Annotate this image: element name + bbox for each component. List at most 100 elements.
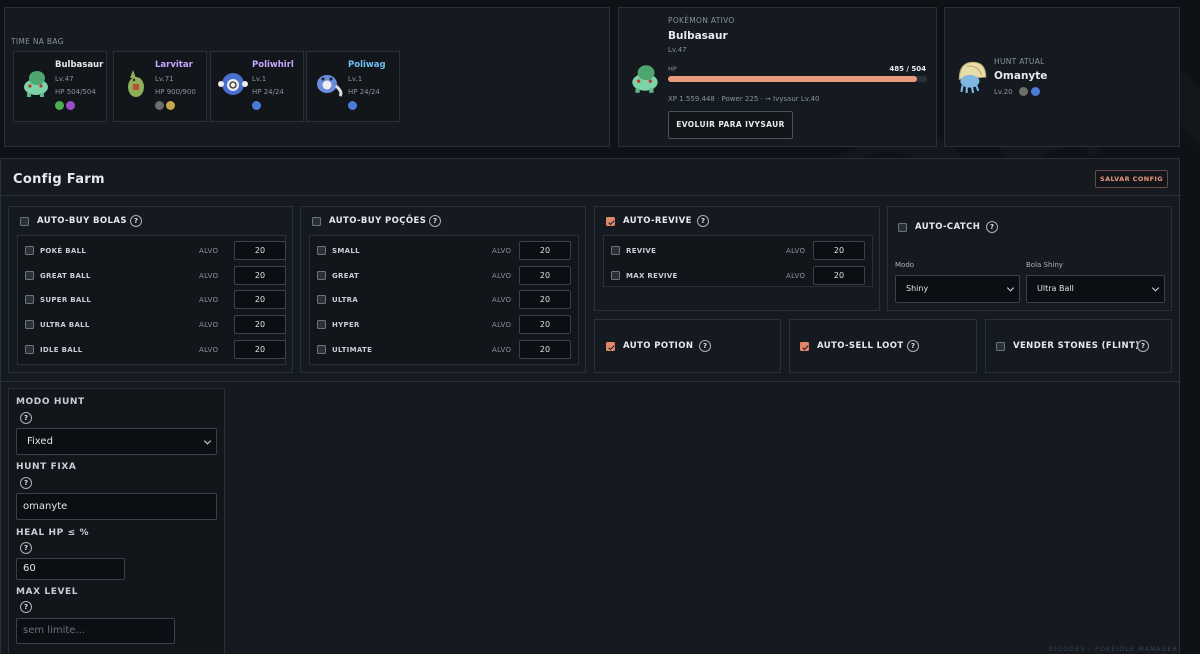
alvo-label: ALVO — [199, 272, 219, 280]
help-icon[interactable]: ? — [20, 477, 32, 489]
max-level-input[interactable]: sem limite... — [16, 618, 175, 644]
help-icon[interactable]: ? — [907, 340, 919, 352]
member-types — [252, 101, 261, 110]
bulbasaur-sprite-icon — [24, 71, 48, 97]
ultra-checkbox[interactable] — [317, 295, 326, 304]
heal-hp-input[interactable]: 60 — [16, 558, 125, 580]
small-target-input[interactable]: 20 — [519, 241, 571, 260]
revive-target-input[interactable]: 20 — [813, 241, 865, 260]
ultra-ball-target-input[interactable]: 20 — [234, 315, 286, 334]
hunt-fixed-input[interactable]: omanyte — [16, 493, 217, 520]
hunt-label: HUNT ATUAL — [994, 57, 1045, 66]
member-name: Poliwag — [348, 60, 386, 70]
auto-buy-pocoes-title: AUTO-BUY POÇÕES — [329, 216, 427, 226]
max-revive-target-input[interactable]: 20 — [813, 266, 865, 285]
super-ball-target-input[interactable]: 20 — [234, 290, 286, 309]
list-item-poke-ball: POKÉ BALL ALVO 20 — [18, 236, 287, 260]
shiny-ball-select[interactable]: Ultra Ball — [1026, 275, 1165, 303]
member-level: Lv.1 — [252, 75, 267, 83]
small-checkbox[interactable] — [317, 246, 326, 255]
help-icon[interactable]: ? — [20, 542, 32, 554]
footer-text: BIGODEV · POKEIDLE MANAGER — [1048, 645, 1178, 653]
catch-mode-select[interactable]: Shiny — [895, 275, 1020, 303]
shiny-ball-value: Ultra Ball — [1037, 284, 1074, 293]
hyper-checkbox[interactable] — [317, 320, 326, 329]
ultimate-target-input[interactable]: 20 — [519, 340, 571, 359]
auto-revive-title: AUTO-REVIVE — [623, 216, 692, 226]
xp-line: XP 1.559.448 · Power 225 · → Ivysaur Lv.… — [668, 95, 820, 103]
revive-checkbox[interactable] — [611, 246, 620, 255]
config-title: Config Farm — [13, 172, 105, 187]
auto-sell-loot-title: AUTO-SELL LOOT — [817, 341, 904, 351]
member-hp: HP 504/504 — [55, 88, 96, 96]
shiny-ball-label: Bola Shiny — [1026, 261, 1063, 269]
member-level: Lv.1 — [348, 75, 363, 83]
help-icon[interactable]: ? — [697, 215, 709, 227]
help-icon[interactable]: ? — [986, 221, 998, 233]
alvo-label: ALVO — [786, 247, 806, 255]
team-member-bulbasaur[interactable]: Bulbasaur Lv.47 HP 504/504 — [13, 51, 107, 122]
member-level: Lv.47 — [55, 75, 74, 83]
help-icon[interactable]: ? — [20, 412, 32, 424]
member-types — [348, 101, 357, 110]
help-icon[interactable]: ? — [429, 215, 441, 227]
omanyte-sprite-icon — [958, 61, 987, 94]
super-ball-checkbox[interactable] — [25, 295, 34, 304]
member-level: Lv.71 — [155, 75, 174, 83]
hunt-fixed-label: HUNT FIXA — [16, 462, 77, 472]
auto-potion-title: AUTO POTION — [623, 341, 694, 351]
great-ball-target-input[interactable]: 20 — [234, 266, 286, 285]
help-icon[interactable]: ? — [699, 340, 711, 352]
auto-revive-checkbox[interactable] — [606, 217, 615, 226]
poke-ball-target-input[interactable]: 20 — [234, 241, 286, 260]
auto-sell-loot-checkbox[interactable] — [800, 342, 809, 351]
auto-buy-bolas-title: AUTO-BUY BOLAS — [37, 216, 127, 226]
poke-ball-checkbox[interactable] — [25, 246, 34, 255]
save-config-button[interactable]: SALVAR CONFIG — [1095, 170, 1168, 188]
water-type-icon — [252, 101, 261, 110]
ultra-ball-checkbox[interactable] — [25, 320, 34, 329]
member-types — [55, 101, 75, 110]
chevron-down-icon — [203, 436, 212, 445]
larvitar-sprite-icon — [128, 70, 144, 97]
ground-type-icon — [166, 101, 175, 110]
team-member-larvitar[interactable]: Larvitar Lv.71 HP 900/900 — [113, 51, 207, 122]
vender-stones-checkbox[interactable] — [996, 342, 1005, 351]
alvo-label: ALVO — [492, 321, 512, 329]
alvo-label: ALVO — [492, 296, 512, 304]
great-checkbox[interactable] — [317, 271, 326, 280]
idle-ball-checkbox[interactable] — [25, 345, 34, 354]
list-item-great-ball: GREAT BALL ALVO 20 — [18, 261, 287, 285]
great-target-input[interactable]: 20 — [519, 266, 571, 285]
item-name: REVIVE — [626, 247, 657, 255]
evolve-button[interactable]: EVOLUIR PARA IVYSAUR — [668, 111, 793, 139]
max-revive-checkbox[interactable] — [611, 271, 620, 280]
team-member-poliwag[interactable]: Poliwag Lv.1 HP 24/24 — [306, 51, 400, 122]
water-type-icon — [1031, 87, 1040, 96]
idle-ball-target-input[interactable]: 20 — [234, 340, 286, 359]
hyper-target-input[interactable]: 20 — [519, 315, 571, 334]
member-types — [155, 101, 175, 110]
hunt-panel: HUNT ATUAL Omanyte Lv.20 — [944, 7, 1180, 147]
list-item-small: SMALL ALVO 20 — [310, 236, 580, 260]
item-name: GREAT — [332, 272, 360, 280]
hunt-mode-select[interactable]: Fixed — [16, 428, 217, 455]
help-icon[interactable]: ? — [1137, 340, 1149, 352]
help-icon[interactable]: ? — [20, 601, 32, 613]
auto-buy-pocoes-checkbox[interactable] — [312, 217, 321, 226]
item-name: HYPER — [332, 321, 360, 329]
member-name: Bulbasaur — [55, 60, 104, 70]
auto-potion-checkbox[interactable] — [606, 342, 615, 351]
poliwag-sprite-icon — [317, 75, 343, 97]
help-icon[interactable]: ? — [130, 215, 142, 227]
team-member-poliwhirl[interactable]: Poliwhirl Lv.1 HP 24/24 — [210, 51, 304, 122]
auto-catch-checkbox[interactable] — [898, 223, 907, 232]
poison-type-icon — [66, 101, 75, 110]
item-name: POKÉ BALL — [40, 247, 87, 255]
ultra-target-input[interactable]: 20 — [519, 290, 571, 309]
vender-stones-section: VENDER STONES (FLINT) ? — [985, 319, 1172, 373]
auto-buy-bolas-checkbox[interactable] — [20, 217, 29, 226]
ultimate-checkbox[interactable] — [317, 345, 326, 354]
auto-buy-pocoes-section: AUTO-BUY POÇÕES ? SMALL ALVO 20 GREAT AL… — [300, 206, 586, 373]
great-ball-checkbox[interactable] — [25, 271, 34, 280]
